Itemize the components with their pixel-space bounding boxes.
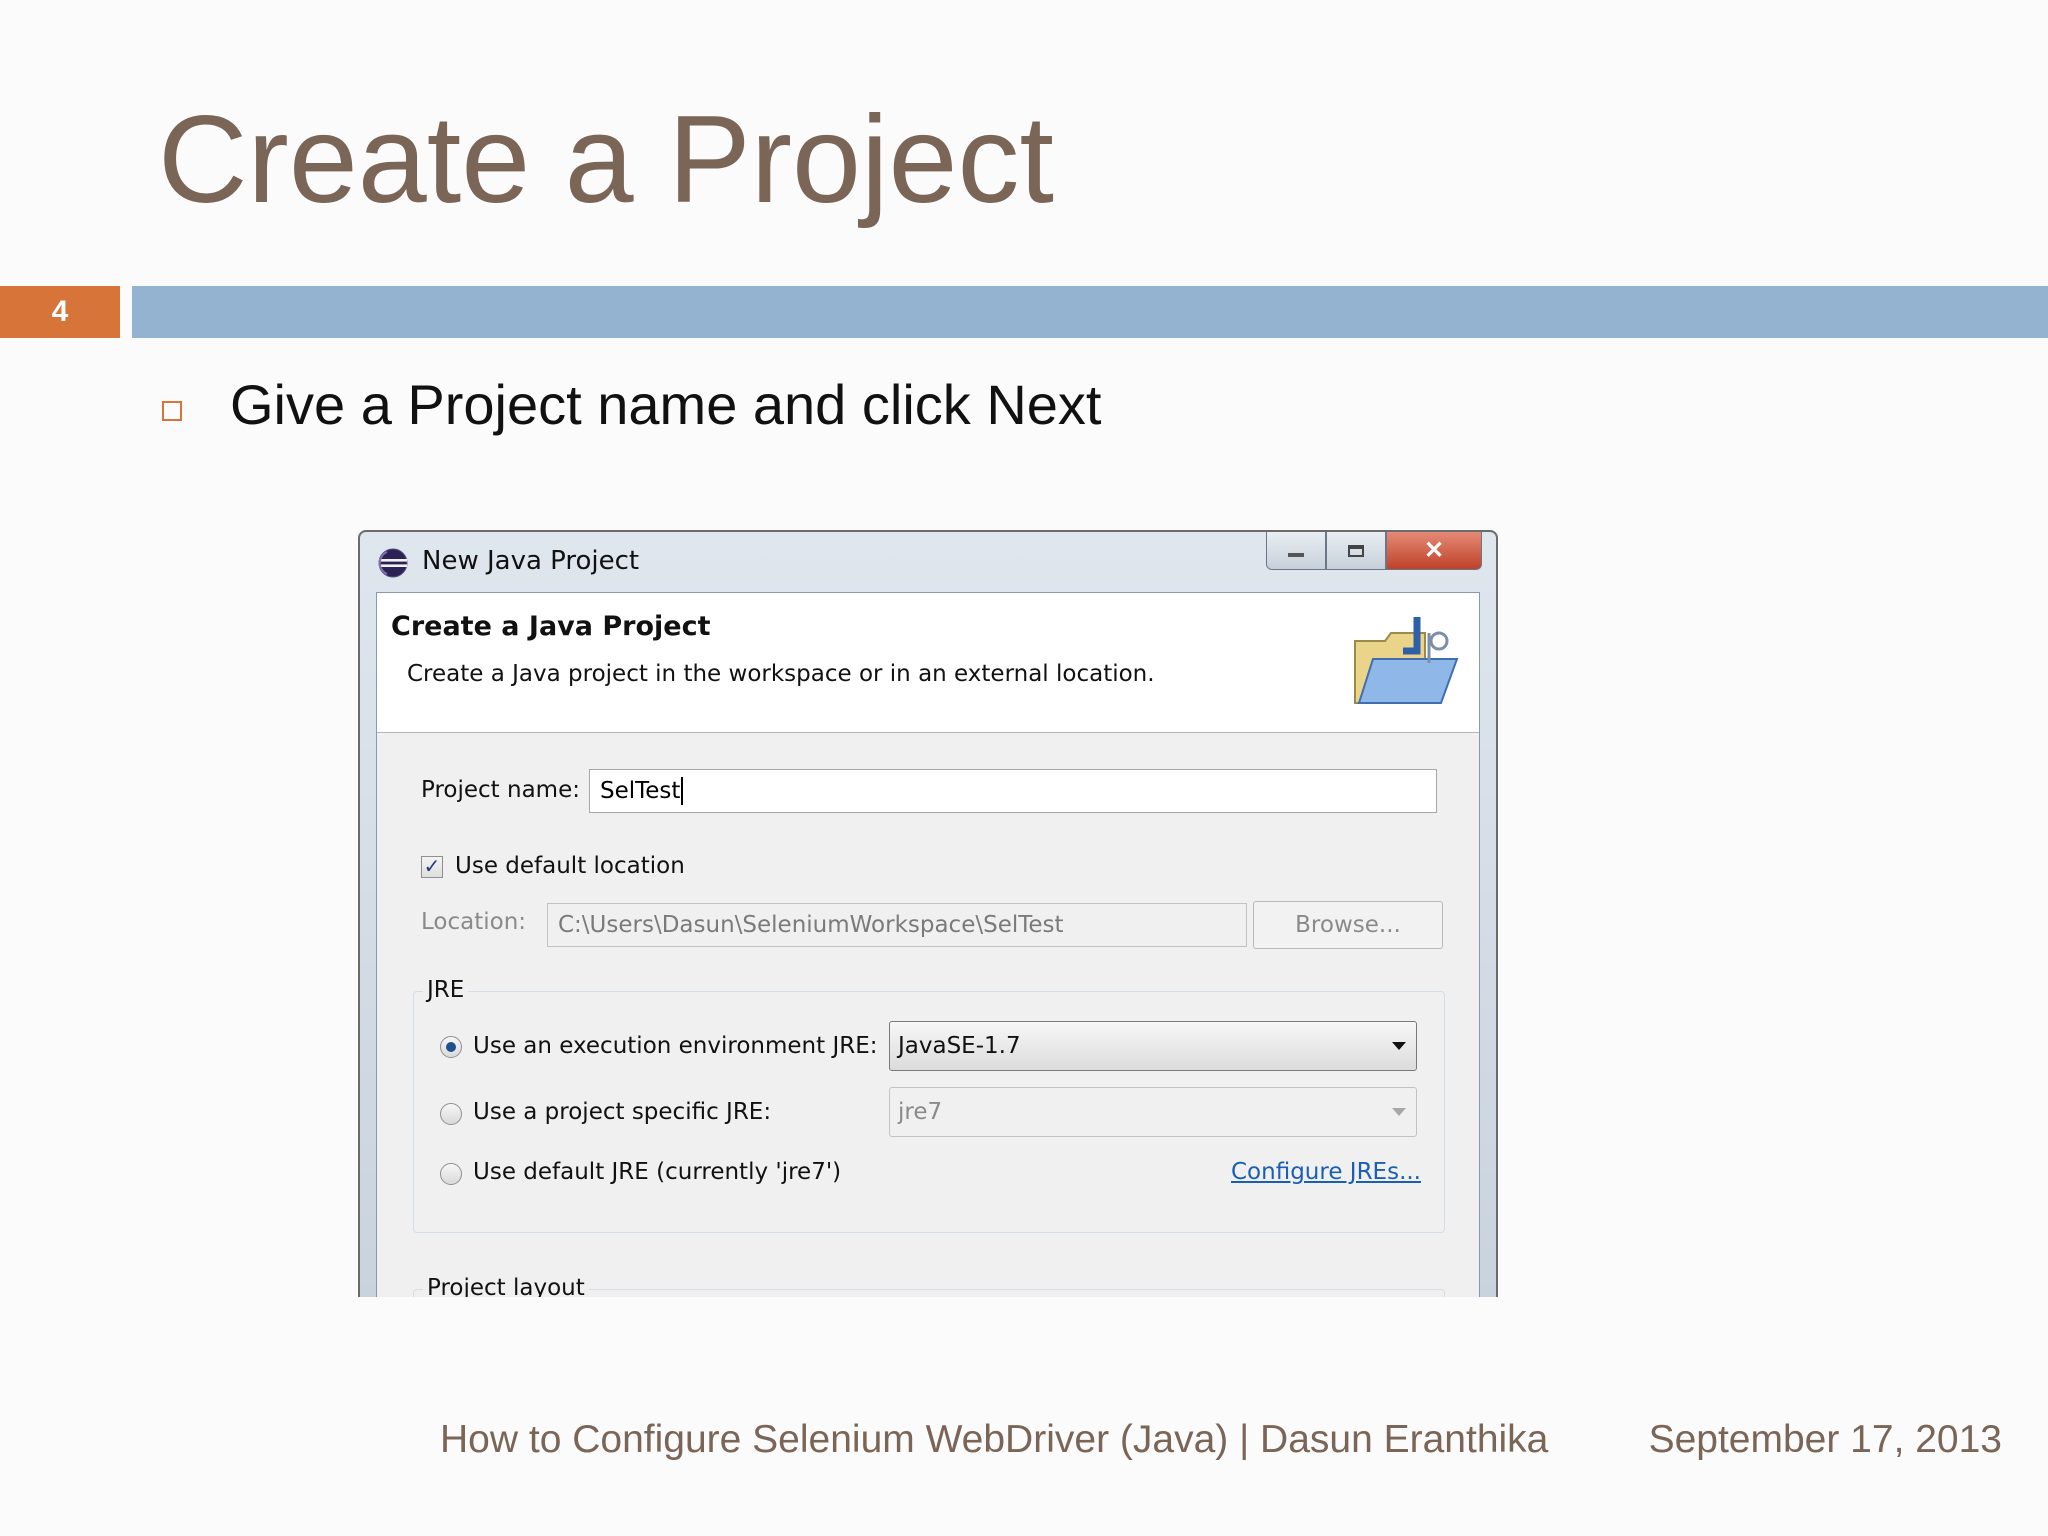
project-name-label: Project name:	[421, 777, 580, 803]
jre-default-radio[interactable]	[440, 1163, 462, 1185]
java-folder-icon	[1354, 617, 1459, 704]
maximize-icon	[1348, 544, 1364, 557]
chevron-down-icon	[1392, 1042, 1406, 1050]
jre-execution-env-radio[interactable]	[440, 1036, 462, 1058]
location-value: C:\Users\Dasun\SeleniumWorkspace\SelTest	[558, 912, 1064, 938]
text-cursor	[681, 777, 684, 805]
configure-jres-link[interactable]: Configure JREs...	[1231, 1159, 1421, 1185]
location-input[interactable]: C:\Users\Dasun\SeleniumWorkspace\SelTest	[547, 903, 1247, 947]
project-specific-jre-dropdown[interactable]: jre7	[889, 1087, 1417, 1137]
slide-number: 4	[0, 286, 120, 338]
bullet-text: Give a Project name and click Next	[230, 373, 1102, 436]
use-default-location-label: Use default location	[455, 853, 685, 879]
jre-project-specific-label: Use a project specific JRE:	[473, 1099, 772, 1125]
close-button[interactable]: ✕	[1386, 532, 1482, 570]
chevron-down-icon	[1392, 1108, 1406, 1116]
project-specific-jre-value: jre7	[898, 1099, 943, 1125]
window-title: New Java Project	[422, 546, 640, 576]
minimize-icon	[1288, 552, 1304, 557]
jre-default-label: Use default JRE (currently 'jre7')	[473, 1159, 842, 1185]
dialog-header: Create a Java Project Create a Java proj…	[377, 593, 1479, 733]
slide-title: Create a Project	[158, 91, 1054, 229]
location-label: Location:	[421, 909, 527, 935]
footer-text: How to Configure Selenium WebDriver (Jav…	[440, 1418, 1549, 1461]
jre-project-specific-radio[interactable]	[440, 1103, 462, 1125]
minimize-button[interactable]	[1266, 532, 1326, 570]
project-layout-label: Project layout	[423, 1275, 589, 1297]
header-title: Create a Java Project	[391, 611, 711, 642]
new-java-project-dialog: New Java Project ✕ Create a Java Project…	[358, 530, 1498, 1297]
eclipse-icon	[378, 548, 408, 578]
use-default-location-checkbox[interactable]: ✓	[421, 856, 443, 878]
window-titlebar[interactable]: New Java Project ✕	[360, 532, 1496, 592]
window-controls: ✕	[1266, 532, 1482, 570]
title-divider-bar	[132, 286, 2048, 338]
close-icon: ✕	[1423, 537, 1445, 564]
jre-execution-env-label: Use an execution environment JRE:	[473, 1033, 878, 1059]
execution-env-dropdown[interactable]: JavaSE-1.7	[889, 1021, 1417, 1071]
header-description: Create a Java project in the workspace o…	[407, 661, 1155, 687]
execution-env-value: JavaSE-1.7	[898, 1033, 1021, 1059]
maximize-button[interactable]	[1326, 532, 1386, 570]
jre-group-label: JRE	[423, 977, 469, 1003]
bullet-square-icon	[162, 401, 182, 421]
footer-date: September 17, 2013	[1648, 1418, 2002, 1461]
browse-button[interactable]: Browse...	[1253, 901, 1443, 949]
project-name-value: SelTest	[600, 778, 681, 804]
dialog-content: Create a Java Project Create a Java proj…	[376, 592, 1480, 1297]
project-name-input[interactable]: SelTest	[589, 769, 1437, 813]
